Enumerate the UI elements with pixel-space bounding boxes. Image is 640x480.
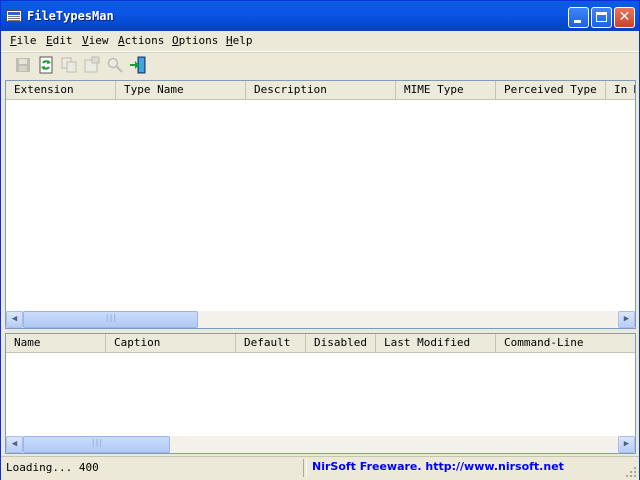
menu-actions[interactable]: Actions — [118, 34, 164, 47]
status-loading: Loading... 400 — [6, 461, 99, 474]
scroll-thumb[interactable] — [23, 436, 170, 453]
exit-icon — [130, 56, 146, 74]
properties-icon — [84, 56, 100, 73]
menu-file[interactable]: File — [10, 34, 37, 47]
menu-help[interactable]: Help — [226, 34, 253, 47]
actions-hscrollbar[interactable]: ◀ ▶ — [6, 436, 635, 453]
minimize-button[interactable] — [568, 7, 589, 28]
menu-edit[interactable]: Edit — [46, 34, 73, 47]
scroll-thumb[interactable] — [23, 311, 198, 328]
close-button[interactable]: ✕ — [614, 7, 635, 28]
find-icon — [107, 57, 123, 73]
nirsoft-link[interactable]: NirSoft Freeware. http://www.nirsoft.net — [312, 460, 564, 473]
arrow-right-icon: ▶ — [623, 439, 630, 449]
maximize-button[interactable] — [591, 7, 612, 28]
scroll-right-button[interactable]: ▶ — [618, 311, 635, 328]
minimize-icon — [574, 20, 581, 23]
copy-button[interactable] — [60, 56, 78, 74]
column-description[interactable]: Description — [246, 81, 396, 99]
status-bar: Loading... 400 NirSoft Freeware. http://… — [1, 456, 639, 480]
file-types-header: Extension Type Name Description MIME Typ… — [6, 81, 635, 100]
exit-button[interactable] — [129, 56, 147, 74]
scroll-left-button[interactable]: ◀ — [6, 311, 23, 328]
column-disabled[interactable]: Disabled — [306, 334, 376, 352]
title-bar[interactable]: FileTypesMan ✕ — [1, 1, 639, 31]
maximize-icon — [596, 12, 607, 22]
file-types-hscrollbar[interactable]: ◀ ▶ — [6, 311, 635, 328]
window-title: FileTypesMan — [27, 9, 114, 23]
column-mime-type[interactable]: MIME Type — [396, 81, 496, 99]
menu-options[interactable]: Options — [172, 34, 218, 47]
refresh-button[interactable] — [37, 56, 55, 74]
find-button[interactable] — [106, 56, 124, 74]
arrow-left-icon: ◀ — [11, 439, 18, 449]
file-types-list[interactable]: Extension Type Name Description MIME Typ… — [5, 80, 636, 329]
save-button[interactable] — [14, 56, 32, 74]
properties-button[interactable] — [83, 56, 101, 74]
close-icon: ✕ — [618, 9, 631, 25]
refresh-icon — [39, 56, 53, 74]
toolbar — [1, 52, 639, 79]
save-icon — [16, 58, 30, 72]
column-command-line[interactable]: Command-Line — [496, 334, 635, 352]
resize-grip-icon[interactable] — [625, 466, 637, 478]
column-in-menu[interactable]: In M — [606, 81, 635, 99]
arrow-left-icon: ◀ — [11, 314, 18, 324]
column-default[interactable]: Default — [236, 334, 306, 352]
menu-bar: File Edit View Actions Options Help — [1, 31, 639, 52]
status-divider — [303, 459, 307, 477]
copy-icon — [61, 57, 77, 73]
app-window: FileTypesMan ✕ File Edit View Actions Op… — [0, 0, 640, 480]
scroll-left-button[interactable]: ◀ — [6, 436, 23, 453]
app-icon[interactable] — [6, 10, 22, 22]
actions-list[interactable]: Name Caption Default Disabled Last Modif… — [5, 333, 636, 454]
column-perceived-type[interactable]: Perceived Type — [496, 81, 606, 99]
column-extension[interactable]: Extension — [6, 81, 116, 99]
column-last-modified[interactable]: Last Modified — [376, 334, 496, 352]
column-type-name[interactable]: Type Name — [116, 81, 246, 99]
column-name[interactable]: Name — [6, 334, 106, 352]
arrow-right-icon: ▶ — [623, 314, 630, 324]
actions-header: Name Caption Default Disabled Last Modif… — [6, 334, 635, 353]
scroll-right-button[interactable]: ▶ — [618, 436, 635, 453]
menu-view[interactable]: View — [82, 34, 109, 47]
column-caption[interactable]: Caption — [106, 334, 236, 352]
